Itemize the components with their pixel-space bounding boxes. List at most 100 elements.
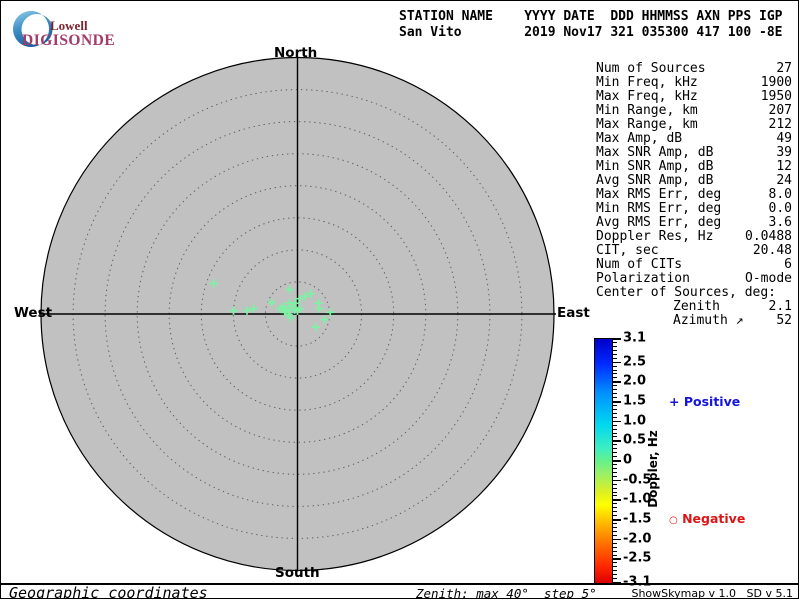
- colorbar-minor-tick: [613, 408, 617, 410]
- positive-legend-label: Positive: [683, 394, 741, 409]
- colorbar-minor-tick: [613, 353, 617, 355]
- colorbar-minor-tick: [613, 349, 617, 351]
- stat-row: Num of CITs 6: [596, 258, 792, 272]
- colorbar-minor-tick: [613, 341, 617, 343]
- stat-label: Max SNR Amp, dB: [596, 145, 714, 160]
- colorbar-minor-tick: [613, 550, 617, 552]
- colorbar-minor-tick: [613, 534, 617, 536]
- compass-north-label: North: [274, 45, 318, 61]
- colorbar-minor-tick: [613, 491, 617, 493]
- stat-row: Doppler Res, Hz 0.0488: [596, 230, 792, 244]
- colorbar-minor-tick: [613, 574, 617, 576]
- colorbar-minor-tick: [613, 475, 617, 477]
- colorbar-minor-tick: [613, 487, 617, 489]
- stat-value: 27: [776, 61, 792, 76]
- stat-value: 8.0: [768, 187, 792, 202]
- colorbar-minor-tick: [613, 385, 617, 387]
- stat-row: Azimuth ↗ 52: [596, 314, 792, 328]
- stat-value: 0.0488: [745, 229, 792, 244]
- colorbar-minor-tick: [613, 570, 617, 572]
- colorbar-tick-label: 1.0: [623, 413, 647, 429]
- stat-row: Avg RMS Err, deg 3.6: [596, 216, 792, 230]
- software-version-label: ShowSkymap v 1.0 SD v 5.1: [631, 587, 793, 599]
- station-header-line2: San Vito 2019 Nov17 321 035300 417 100 -…: [399, 25, 783, 40]
- colorbar-minor-tick: [613, 432, 617, 434]
- colorbar-tick-label: -2.5: [623, 550, 652, 566]
- colorbar-minor-tick: [613, 471, 617, 473]
- colorbar-major-tick: [613, 440, 621, 442]
- stat-row: Max Amp, dB 49: [596, 132, 792, 146]
- negative-doppler-legend: ○ Negative: [669, 511, 745, 526]
- digisonde-logo: Lowell DIGISONDE: [9, 5, 179, 49]
- colorbar-minor-tick: [613, 483, 617, 485]
- colorbar-minor-tick: [613, 436, 617, 438]
- stat-row: Zenith 2.1: [596, 300, 792, 314]
- colorbar-tick-label: 0.5: [623, 432, 647, 448]
- stat-label: Doppler Res, Hz: [596, 229, 714, 244]
- plus-marker-icon: +: [669, 394, 680, 409]
- stat-label: Max Freq, kHz: [596, 89, 698, 104]
- stat-label: Zenith: [673, 299, 720, 314]
- stat-row: Min Range, km 207: [596, 104, 792, 118]
- colorbar-minor-tick: [613, 424, 617, 426]
- stat-row: Polarization O-mode: [596, 272, 792, 286]
- colorbar-major-tick: [613, 420, 621, 423]
- stat-row: Min SNR Amp, dB 12: [596, 160, 792, 174]
- colorbar-minor-tick: [613, 523, 617, 524]
- colorbar-minor-tick: [613, 562, 617, 564]
- stat-value: 52: [776, 313, 792, 328]
- stat-label: Avg SNR Amp, dB: [596, 173, 714, 188]
- colorbar-minor-tick: [613, 452, 617, 454]
- colorbar-major-tick: [613, 361, 621, 364]
- stat-row: Min RMS Err, deg 0.0: [596, 202, 792, 216]
- stat-value: 3.6: [768, 215, 792, 230]
- circle-marker-icon: ○: [669, 515, 678, 526]
- colorbar-major-tick: [613, 338, 621, 340]
- colorbar-minor-tick: [613, 444, 617, 446]
- colorbar-minor-tick: [613, 404, 617, 406]
- colorbar-minor-tick: [613, 345, 617, 347]
- stat-label: Max RMS Err, deg: [596, 187, 722, 202]
- colorbar-minor-tick: [613, 542, 617, 544]
- colorbar-tick-label: -1.5: [623, 511, 652, 527]
- logo-digisonde-text: DIGISONDE: [22, 32, 116, 49]
- skymap-window: Lowell DIGISONDE STATION NAME YYYY DATE …: [0, 0, 799, 599]
- colorbar-minor-tick: [613, 428, 617, 430]
- stat-value: 1900: [760, 75, 792, 90]
- colorbar-minor-tick: [613, 546, 617, 548]
- stat-value: 0.0: [768, 201, 792, 216]
- colorbar-minor-tick: [613, 495, 617, 497]
- stat-value: 6: [784, 257, 792, 272]
- colorbar-minor-tick: [613, 467, 617, 469]
- colorbar-minor-tick: [613, 389, 617, 391]
- compass-south-label: South: [275, 565, 320, 581]
- colorbar-minor-tick: [613, 357, 617, 359]
- stat-value: 212: [768, 117, 792, 132]
- colorbar-major-tick: [613, 401, 621, 403]
- stat-value: 2.1: [768, 299, 792, 314]
- stat-row: Max Freq, kHz 1950: [596, 90, 792, 104]
- station-header-line1: STATION NAME YYYY DATE DDD HHMMSS AXN PP…: [399, 9, 783, 24]
- colorbar-major-tick: [613, 460, 621, 462]
- colorbar-minor-tick: [613, 566, 617, 568]
- stat-label: Num of Sources: [596, 61, 706, 76]
- stat-row: Min Freq, kHz 1900: [596, 76, 792, 90]
- stat-label: Avg RMS Err, deg: [596, 215, 722, 230]
- doppler-axis-label: Doppler, Hz: [646, 430, 660, 508]
- stat-value: 1950: [760, 89, 792, 104]
- colorbar-minor-tick: [613, 393, 617, 395]
- colorbar-tick-label: 2.0: [623, 373, 647, 389]
- stat-label: Center of Sources, deg:: [596, 285, 777, 300]
- stat-row: Center of Sources, deg:: [596, 286, 792, 300]
- negative-legend-label: Negative: [682, 511, 746, 526]
- colorbar-minor-tick: [613, 456, 617, 458]
- colorbar-major-tick: [613, 479, 621, 482]
- colorbar-minor-tick: [613, 412, 617, 414]
- stat-label: Azimuth ↗: [673, 313, 744, 328]
- doppler-colorbar-gradient: [594, 338, 613, 584]
- stat-value: 49: [776, 131, 792, 146]
- coordinates-mode-label: Geographic coordinates: [9, 584, 208, 599]
- stat-label: Num of CITs: [596, 257, 683, 272]
- colorbar-major-tick: [613, 381, 621, 383]
- colorbar-minor-tick: [613, 369, 617, 371]
